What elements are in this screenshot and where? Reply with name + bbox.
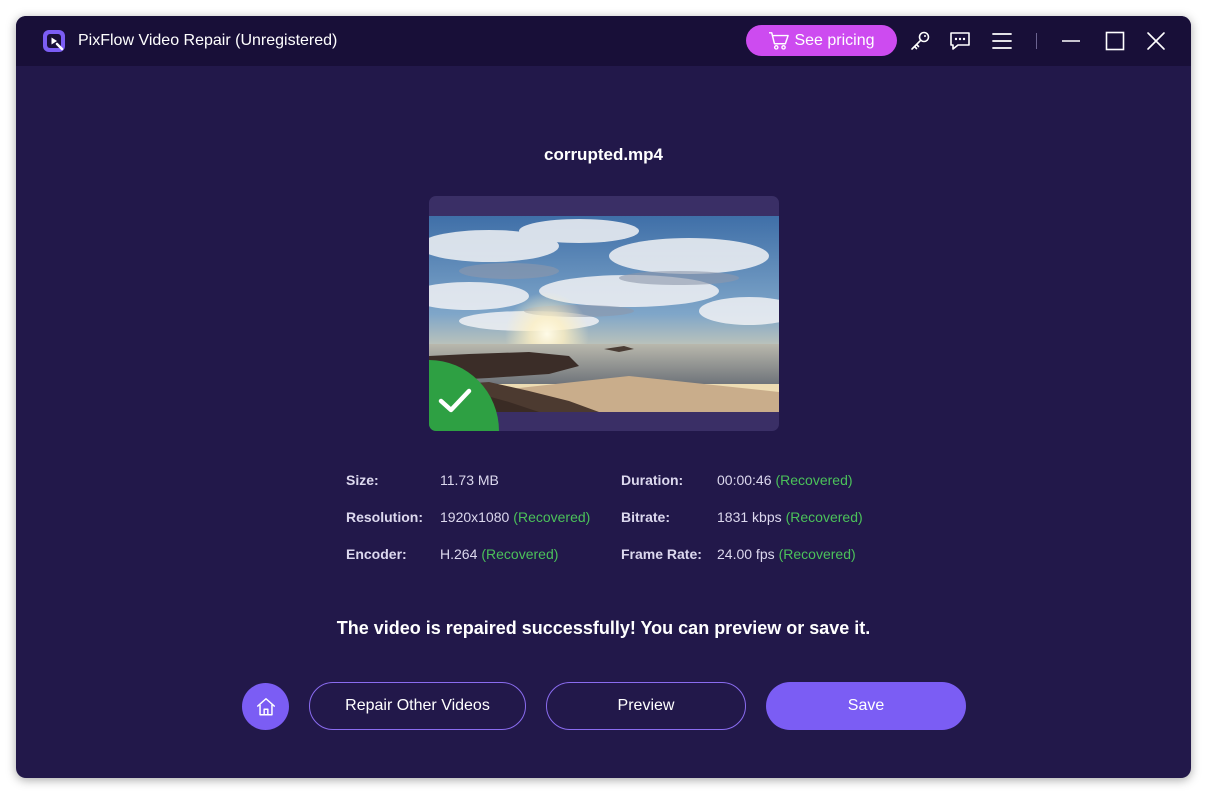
- video-thumbnail[interactable]: [429, 196, 779, 431]
- duration-recovered-status: (Recovered): [775, 472, 853, 488]
- menu-icon[interactable]: [990, 29, 1014, 53]
- see-pricing-button[interactable]: See pricing: [746, 25, 897, 56]
- resolution-label: Resolution:: [346, 509, 423, 525]
- repair-other-videos-button[interactable]: Repair Other Videos: [309, 682, 526, 730]
- duration-value: 00:00:46 (Recovered): [717, 472, 853, 488]
- framerate-value-text: 24.00 fps: [717, 546, 775, 562]
- app-logo-icon: [43, 30, 65, 52]
- save-button[interactable]: Save: [766, 682, 966, 730]
- feedback-icon[interactable]: [948, 29, 972, 53]
- see-pricing-label: See pricing: [794, 31, 875, 49]
- encoder-value: H.264 (Recovered): [440, 546, 558, 562]
- encoder-label: Encoder:: [346, 546, 407, 562]
- file-name: corrupted.mp4: [543, 145, 664, 164]
- encoder-recovered-status: (Recovered): [481, 546, 559, 562]
- size-label: Size:: [346, 472, 379, 488]
- framerate-recovered-status: (Recovered): [778, 546, 856, 562]
- key-icon[interactable]: [908, 29, 932, 53]
- home-icon: [256, 697, 275, 716]
- duration-label: Duration:: [621, 472, 684, 488]
- close-icon[interactable]: [1144, 29, 1168, 53]
- success-check-icon: [429, 360, 499, 431]
- titlebar-separator: [1036, 33, 1037, 49]
- resolution-value-text: 1920x1080: [440, 509, 510, 525]
- file-info-panel: Size: 11.73 MB Resolution: 1920x1080 (Rec…: [346, 472, 906, 562]
- maximize-icon[interactable]: [1103, 29, 1127, 53]
- size-value: 11.73 MB: [440, 472, 499, 488]
- app-window: PixFlow Video Repair (Unregistered) See …: [16, 16, 1191, 778]
- framerate-label: Frame Rate:: [621, 546, 702, 562]
- success-message: The video is repaired successfully! You …: [336, 618, 871, 638]
- bitrate-value: 1831 kbps (Recovered): [717, 509, 863, 525]
- preview-button[interactable]: Preview: [546, 682, 746, 730]
- app-title: PixFlow Video Repair (Unregistered): [78, 32, 338, 49]
- home-button[interactable]: [242, 683, 289, 730]
- bitrate-value-text: 1831 kbps: [717, 509, 782, 525]
- bitrate-recovered-status: (Recovered): [785, 509, 863, 525]
- duration-value-text: 00:00:46: [717, 472, 772, 488]
- minimize-icon[interactable]: [1059, 29, 1083, 53]
- bitrate-label: Bitrate:: [621, 509, 671, 525]
- encoder-value-text: H.264: [440, 546, 478, 562]
- framerate-value: 24.00 fps (Recovered): [717, 546, 856, 562]
- resolution-recovered-status: (Recovered): [513, 509, 591, 525]
- resolution-value: 1920x1080 (Recovered): [440, 509, 590, 525]
- cart-icon: [769, 31, 790, 50]
- title-bar: PixFlow Video Repair (Unregistered) See …: [16, 16, 1191, 66]
